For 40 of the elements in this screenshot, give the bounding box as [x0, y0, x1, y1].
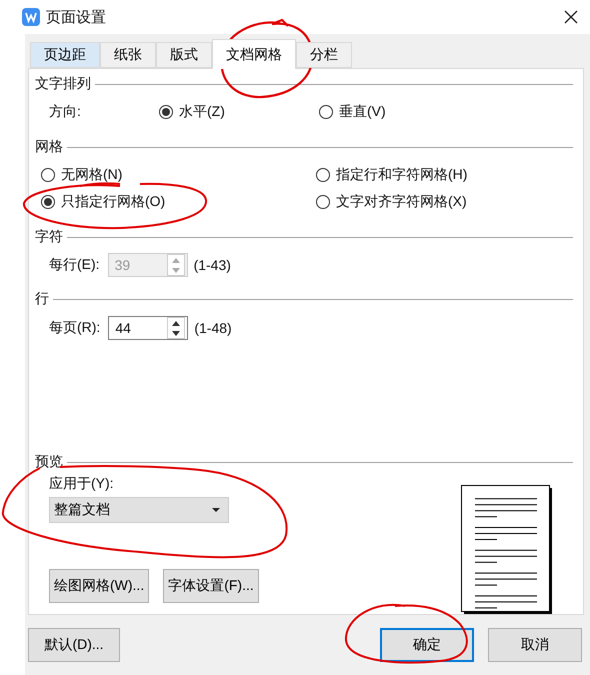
radio-option[interactable]: 水平(Z) [159, 101, 319, 123]
dialog-button[interactable]: 字体设置(F)... [163, 569, 259, 604]
section-heading: 预览 [35, 453, 63, 472]
range-hint: (1-43) [194, 257, 231, 273]
radio-option[interactable]: 垂直(V) [319, 101, 386, 123]
tab[interactable]: 版式 [156, 42, 212, 68]
dialog-button[interactable]: 绘图网格(W)... [49, 569, 150, 604]
section-heading: 字符 [35, 228, 63, 246]
radio-button[interactable] [319, 105, 333, 119]
caret-icon [212, 508, 220, 512]
field-label: 方向: [49, 103, 82, 121]
radio-button[interactable] [41, 168, 55, 182]
tab[interactable]: 纸张 [100, 42, 156, 68]
radio-button[interactable] [41, 195, 55, 209]
tab[interactable]: 页边距 [30, 42, 100, 68]
window-title: 页面设置 [46, 8, 107, 26]
radio-button[interactable] [159, 105, 173, 119]
annotation-underline [80, 182, 120, 187]
field-label: 每行(E): [49, 256, 100, 274]
radio-button[interactable] [316, 168, 330, 182]
radio-option[interactable]: 只指定行网格(O) [41, 191, 316, 213]
radio-option[interactable]: 文字对齐字符网格(X) [316, 191, 573, 213]
radio-button[interactable] [316, 195, 330, 209]
tab[interactable]: 文档网格 [212, 39, 296, 69]
radio-option[interactable]: 指定行和字符网格(H) [316, 164, 573, 186]
field-label: 每页(R): [49, 319, 100, 337]
section-heading: 网格 [35, 138, 63, 156]
close-icon[interactable] [564, 10, 578, 24]
field-label: 应用于(Y): [49, 475, 115, 494]
range-hint: (1-48) [194, 320, 232, 336]
radio-option[interactable]: 无网格(N) [41, 164, 316, 186]
apply-to-dropdown[interactable]: 整篇文档 [49, 497, 229, 524]
default-button[interactable]: 默认(D)... [28, 628, 120, 662]
section-heading: 文字排列 [35, 75, 91, 93]
dialog-button[interactable]: 取消 [488, 628, 582, 662]
tab[interactable]: 分栏 [296, 42, 352, 68]
number-spinner[interactable]: 44 [108, 316, 188, 340]
section-heading: 行 [35, 290, 49, 308]
app-logo-icon [22, 8, 40, 26]
dialog-button[interactable]: 确定 [380, 628, 474, 662]
